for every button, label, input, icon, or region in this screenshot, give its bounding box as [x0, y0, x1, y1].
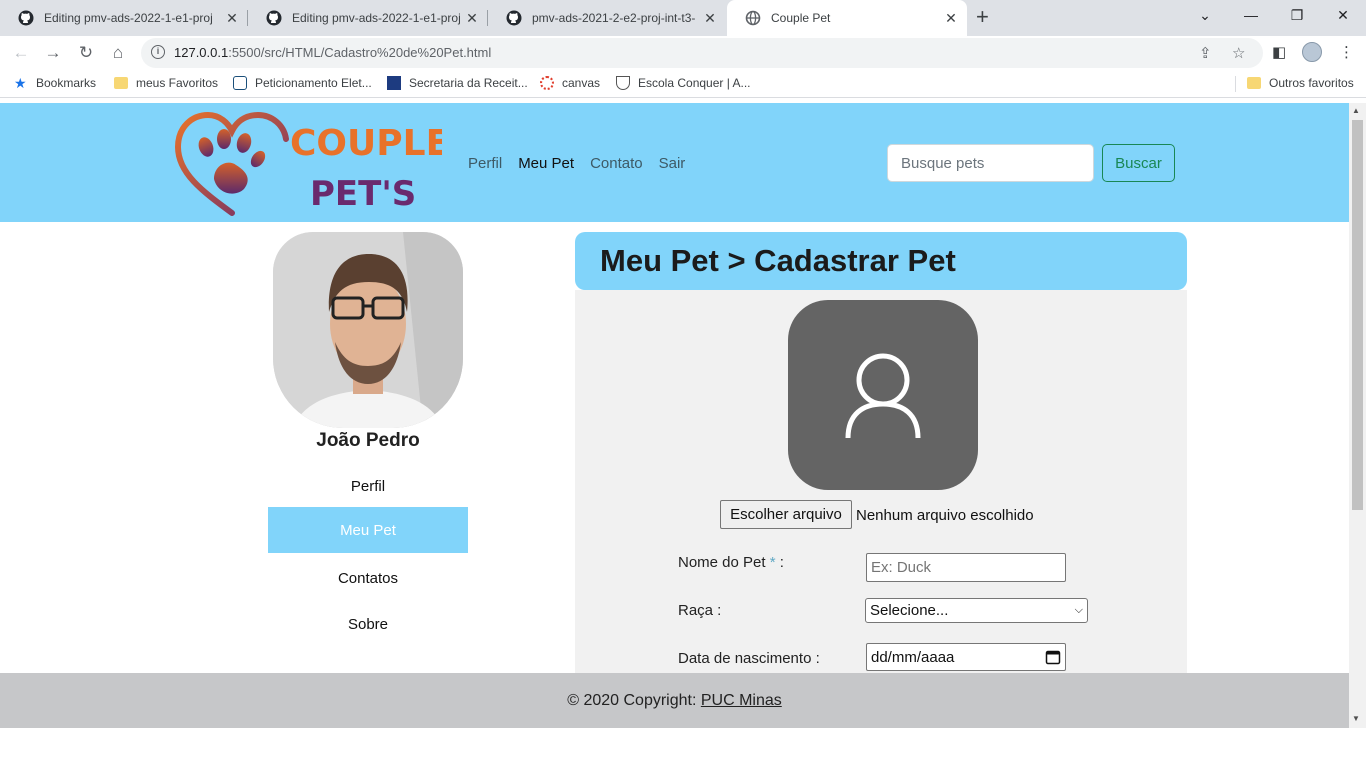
- blank-area: [0, 728, 1366, 768]
- share-icon[interactable]: ⇪: [1199, 44, 1212, 62]
- footer-link[interactable]: PUC Minas: [701, 692, 782, 709]
- user-silhouette-icon: [845, 353, 921, 439]
- browser-tab-active[interactable]: Couple Pet ✕: [727, 0, 967, 36]
- close-tab-icon[interactable]: ✕: [464, 10, 480, 27]
- bookmark-star-icon[interactable]: ☆: [1232, 44, 1245, 62]
- github-icon: [266, 10, 282, 26]
- side-panel-icon[interactable]: ◧: [1272, 43, 1286, 61]
- profile-photo: [273, 232, 463, 428]
- close-tab-icon[interactable]: ✕: [224, 10, 240, 27]
- pje-icon: [233, 76, 247, 90]
- browser-tab[interactable]: Editing pmv-ads-2022-1-e1-proj ✕: [248, 0, 488, 36]
- scroll-up-icon[interactable]: ▲: [1352, 106, 1360, 115]
- page-scrollbar[interactable]: ▲ ▼: [1349, 103, 1366, 728]
- back-icon[interactable]: ←: [10, 42, 32, 64]
- new-tab-icon[interactable]: +: [976, 6, 989, 28]
- footer-text: © 2020 Copyright: PUC Minas: [567, 692, 782, 709]
- nav-meu-pet[interactable]: Meu Pet: [518, 155, 574, 172]
- site-footer: © 2020 Copyright: PUC Minas: [0, 673, 1349, 728]
- url-text[interactable]: 127.0.0.1:5500/src/HTML/Cadastro%20de%20…: [174, 45, 491, 60]
- breed-label: Raça :: [678, 602, 722, 619]
- page-title: Meu Pet > Cadastrar Pet: [600, 243, 956, 278]
- folder-icon: [1247, 77, 1261, 89]
- pet-name-label: Nome do Pet * :: [678, 554, 784, 571]
- tab-title: Editing pmv-ads-2022-1-e1-proj: [44, 11, 213, 25]
- scroll-down-icon[interactable]: ▼: [1352, 714, 1360, 723]
- tab-title: Editing pmv-ads-2022-1-e1-proj: [292, 11, 461, 25]
- birth-date-label: Data de nascimento :: [678, 650, 820, 667]
- bookmark-item[interactable]: meus Favoritos: [114, 76, 218, 90]
- breed-select-value: Selecione...: [870, 602, 949, 619]
- sidebar-item-perfil[interactable]: Perfil: [268, 463, 468, 509]
- birth-date-input[interactable]: dd/mm/aaaa: [866, 643, 1066, 671]
- birth-date-value: dd/mm/aaaa: [871, 648, 955, 666]
- tab-title: pmv-ads-2021-2-e2-proj-int-t3-: [532, 11, 696, 25]
- browser-tab[interactable]: Editing pmv-ads-2022-1-e1-proj ✕: [0, 0, 248, 36]
- file-status-text: Nenhum arquivo escolhido: [856, 507, 1034, 524]
- folder-icon: [114, 77, 128, 89]
- calendar-icon[interactable]: [1045, 649, 1061, 665]
- user-name: João Pedro: [316, 430, 420, 451]
- user-portrait-image: [273, 232, 463, 428]
- pet-name-input[interactable]: [866, 553, 1066, 582]
- tab-title: Couple Pet: [771, 11, 831, 25]
- nav-perfil[interactable]: Perfil: [468, 155, 502, 172]
- github-icon: [506, 10, 522, 26]
- bookmark-item[interactable]: Secretaria da Receit...: [387, 76, 528, 90]
- canvas-icon: [540, 76, 554, 90]
- bookmarks-bar: ★ Bookmarks meus Favoritos Peticionament…: [0, 70, 1366, 98]
- sidebar-item-contatos[interactable]: Contatos: [268, 555, 468, 601]
- bookmark-item[interactable]: canvas: [540, 76, 600, 90]
- nav-sair[interactable]: Sair: [659, 155, 686, 172]
- logo-text-pets: PET'S: [310, 174, 416, 214]
- home-icon[interactable]: ⌂: [107, 42, 129, 64]
- close-tab-icon[interactable]: ✕: [702, 10, 718, 27]
- bookmark-item[interactable]: ★ Bookmarks: [14, 76, 96, 90]
- close-window-icon[interactable]: ✕: [1320, 0, 1366, 30]
- forward-icon[interactable]: →: [42, 42, 64, 64]
- minimize-icon[interactable]: —: [1228, 0, 1274, 30]
- bookmarks-divider: [1235, 76, 1236, 92]
- scrollbar-thumb[interactable]: [1352, 120, 1363, 510]
- chevron-down-icon: ⌵: [1074, 604, 1083, 616]
- site-header: COUPLE PET'S Perfil Meu Pet Contato Sair…: [0, 103, 1349, 222]
- nav-contato[interactable]: Contato: [590, 155, 643, 172]
- browser-tab-strip: Editing pmv-ads-2022-1-e1-proj ✕ Editing…: [0, 0, 1366, 36]
- receita-icon: [387, 76, 401, 90]
- globe-icon: [745, 10, 761, 26]
- breed-select[interactable]: Selecione... ⌵: [865, 598, 1088, 623]
- pet-photo-placeholder: [788, 300, 978, 490]
- page-viewport: COUPLE PET'S Perfil Meu Pet Contato Sair…: [0, 103, 1349, 728]
- sidebar-item-meu-pet[interactable]: Meu Pet: [268, 507, 468, 553]
- search-button[interactable]: Buscar: [1102, 144, 1175, 182]
- browser-tab[interactable]: pmv-ads-2021-2-e2-proj-int-t3- ✕: [488, 0, 726, 36]
- choose-file-button[interactable]: Escolher arquivo: [720, 500, 852, 529]
- main-nav: Perfil Meu Pet Contato Sair: [468, 155, 685, 172]
- close-tab-icon[interactable]: ✕: [943, 10, 959, 27]
- conquer-icon: [616, 76, 630, 90]
- couple-pets-logo[interactable]: COUPLE PET'S: [172, 109, 450, 217]
- restore-icon[interactable]: ❐: [1274, 0, 1320, 30]
- sidebar-item-sobre[interactable]: Sobre: [268, 601, 468, 647]
- site-info-icon[interactable]: i: [151, 45, 165, 59]
- address-bar[interactable]: i 127.0.0.1:5500/src/HTML/Cadastro%20de%…: [141, 38, 1263, 68]
- bookmark-item[interactable]: Peticionamento Elet...: [233, 76, 372, 90]
- bookmark-item[interactable]: Escola Conquer | A...: [616, 76, 751, 90]
- tab-search-icon[interactable]: ⌄: [1182, 0, 1228, 30]
- browser-profile-avatar[interactable]: [1302, 42, 1322, 62]
- browser-menu-icon[interactable]: ⋮: [1339, 43, 1354, 61]
- other-bookmarks[interactable]: Outros favoritos: [1247, 76, 1354, 90]
- star-icon: ★: [14, 75, 27, 91]
- reload-icon[interactable]: ↻: [75, 42, 97, 64]
- browser-toolbar: ← → ↻ ⌂ i 127.0.0.1:5500/src/HTML/Cadast…: [0, 36, 1366, 70]
- github-icon: [18, 10, 34, 26]
- panel-header: Meu Pet > Cadastrar Pet: [575, 232, 1187, 290]
- search-input[interactable]: [887, 144, 1094, 182]
- heart-paw-logo-icon: COUPLE PET'S: [174, 111, 450, 216]
- logo-text-couple: COUPLE: [290, 123, 442, 164]
